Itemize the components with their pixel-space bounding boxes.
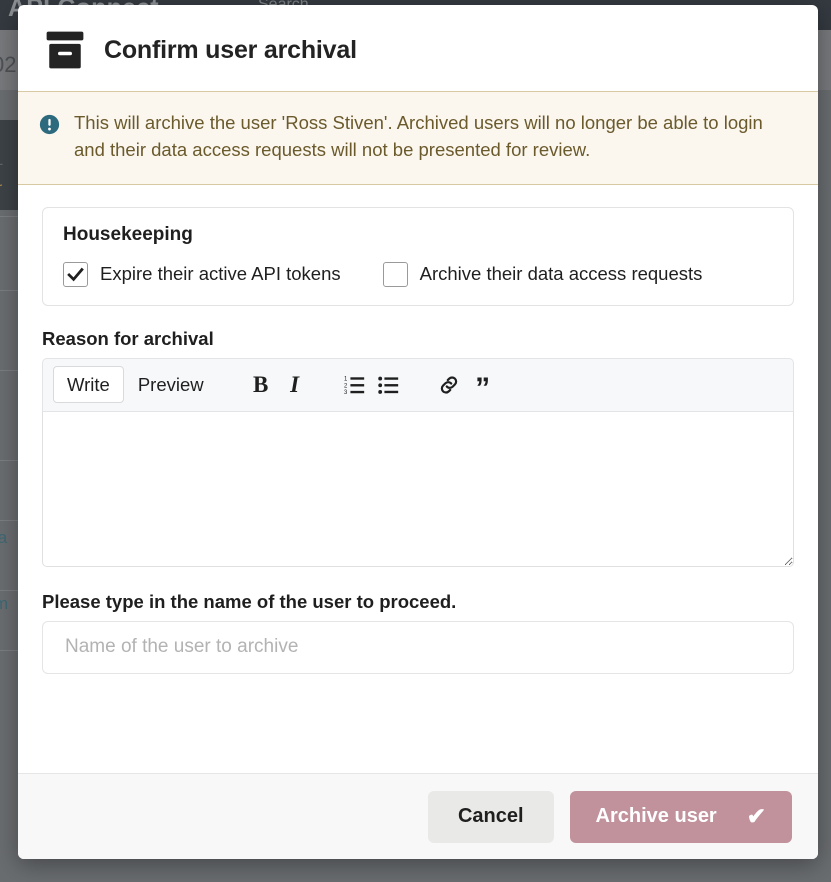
tab-write[interactable]: Write bbox=[53, 366, 124, 403]
dialog-header: Confirm user archival bbox=[18, 5, 818, 91]
background-panel-sublabel: dr bbox=[0, 180, 2, 198]
background-cell-text: m bbox=[0, 594, 8, 614]
background-page-heading: 02 bbox=[0, 52, 16, 78]
confirm-name-label: Please type in the name of the user to p… bbox=[42, 591, 794, 613]
markdown-editor-toolbar: Write Preview B I 1 2 3 bbox=[42, 358, 794, 412]
tab-preview[interactable]: Preview bbox=[124, 366, 218, 403]
checkbox-box[interactable] bbox=[63, 262, 88, 287]
checkbox-expire-api-tokens[interactable]: Expire their active API tokens bbox=[63, 262, 341, 287]
housekeeping-title: Housekeeping bbox=[63, 224, 773, 246]
checkmark-icon bbox=[67, 266, 84, 283]
svg-text:3: 3 bbox=[344, 390, 348, 396]
archive-user-button-label: Archive user bbox=[596, 805, 717, 828]
confirm-user-archival-dialog: Confirm user archival This will archive … bbox=[18, 5, 818, 859]
housekeeping-options: Expire their active API tokens Archive t… bbox=[63, 262, 773, 287]
background-cell-text: ia bbox=[0, 528, 7, 548]
dialog-footer: Cancel Archive user ✔ bbox=[18, 773, 818, 859]
checkbox-label: Archive their data access requests bbox=[420, 263, 703, 285]
page-title: Confirm user archival bbox=[104, 36, 357, 65]
confirm-name-input[interactable] bbox=[42, 621, 794, 674]
dialog-body: Housekeeping Expire their active API tok… bbox=[18, 185, 818, 747]
alert-message: This will archive the user 'Ross Stiven'… bbox=[74, 110, 797, 164]
reason-textarea[interactable] bbox=[42, 412, 794, 567]
checkmark-icon: ✔ bbox=[747, 805, 766, 828]
svg-text:2: 2 bbox=[344, 383, 347, 389]
archival-warning-alert: This will archive the user 'Ross Stiven'… bbox=[18, 91, 818, 185]
archive-box-icon bbox=[44, 29, 86, 71]
reason-field-label: Reason for archival bbox=[42, 328, 794, 350]
link-icon[interactable] bbox=[432, 368, 466, 402]
archive-user-button[interactable]: Archive user ✔ bbox=[570, 791, 792, 843]
exclamation-circle-icon bbox=[39, 114, 60, 135]
blockquote-icon[interactable]: ” bbox=[466, 368, 500, 402]
checkbox-label: Expire their active API tokens bbox=[100, 263, 341, 285]
housekeeping-section: Housekeeping Expire their active API tok… bbox=[42, 207, 794, 306]
background-panel-label: 1 bbox=[0, 150, 3, 170]
unordered-list-icon[interactable] bbox=[372, 368, 406, 402]
svg-text:1: 1 bbox=[344, 376, 348, 382]
cancel-button[interactable]: Cancel bbox=[428, 791, 554, 843]
checkbox-box[interactable] bbox=[383, 262, 408, 287]
bold-icon[interactable]: B bbox=[244, 368, 278, 402]
ordered-list-icon[interactable]: 1 2 3 bbox=[338, 368, 372, 402]
italic-icon[interactable]: I bbox=[278, 368, 312, 402]
checkbox-archive-data-access-requests[interactable]: Archive their data access requests bbox=[383, 262, 703, 287]
